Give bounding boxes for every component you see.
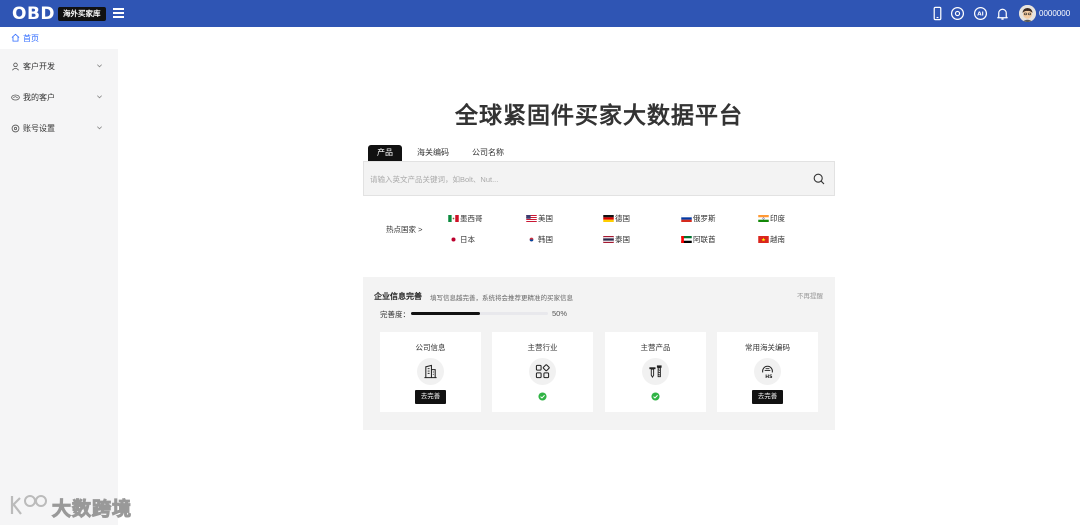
card-hs-codes: 常用海关编码 HS 去完善	[717, 332, 818, 412]
logo-badge: 海外买家库	[58, 7, 106, 21]
svg-text:HS: HS	[765, 374, 773, 379]
country-label: 越南	[770, 235, 785, 244]
tab-product[interactable]: 产品	[368, 145, 402, 161]
watermark-logo	[10, 495, 47, 515]
country-usa[interactable]: 美国	[526, 213, 553, 224]
card-main-industry: 主营行业	[492, 332, 593, 412]
country-thailand[interactable]: 泰国	[603, 234, 630, 245]
building-icon	[424, 364, 437, 379]
card-main-products: 主营产品	[605, 332, 706, 412]
usa-flag	[526, 215, 537, 222]
country-vietnam[interactable]: 越南	[758, 234, 785, 245]
complete-button[interactable]: 去完善	[752, 390, 783, 404]
chevron-down-icon	[97, 95, 102, 99]
settings-icon	[11, 124, 20, 133]
country-label: 阿联酋	[693, 235, 716, 244]
bell-icon[interactable]	[995, 6, 1010, 21]
country-korea[interactable]: 韩国	[526, 234, 553, 245]
chevron-down-icon	[97, 64, 102, 68]
avatar[interactable]	[1019, 5, 1036, 22]
sidebar: 首页 客户开发 我的客户 账号设置	[0, 27, 118, 525]
card-title: 常用海关编码	[745, 343, 790, 352]
country-label: 墨西哥	[460, 214, 483, 223]
country-russia[interactable]: 俄罗斯	[681, 213, 716, 224]
progress-fill	[411, 312, 480, 315]
mobile-icon[interactable]	[930, 6, 945, 21]
country-india[interactable]: 印度	[758, 213, 785, 224]
card-icon-circle	[529, 358, 556, 385]
country-germany[interactable]: 德国	[603, 213, 630, 224]
progress-bar	[411, 312, 548, 315]
sidebar-item-account-settings[interactable]: 账号设置	[0, 117, 118, 139]
grid-icon	[535, 364, 550, 379]
compass-icon[interactable]	[950, 6, 965, 21]
korea-flag	[526, 236, 537, 243]
sidebar-item-label: 客户开发	[23, 62, 55, 71]
sidebar-item-home[interactable]: 首页	[0, 27, 118, 49]
sidebar-item-customer-development[interactable]: 客户开发	[0, 55, 118, 77]
profile-completion-panel: 企业信息完善 填写信息越完善，系统将会推荐更精准的买家信息 不再提醒 完善度： …	[363, 277, 835, 430]
watermark-text: 大数跨境	[51, 498, 133, 521]
search-input[interactable]	[370, 172, 790, 186]
country-japan[interactable]: 日本	[448, 234, 475, 245]
hot-countries-label: 热点国家 >	[386, 225, 423, 234]
vietnam-flag	[758, 236, 769, 243]
card-title: 主营行业	[527, 343, 558, 352]
hs-code-icon: HS	[762, 365, 773, 379]
thailand-flag	[603, 236, 614, 243]
country-label: 俄罗斯	[693, 214, 716, 223]
country-uae[interactable]: 阿联酋	[681, 234, 716, 245]
sidebar-item-label: 首页	[23, 34, 39, 43]
country-mexico[interactable]: 墨西哥	[448, 213, 483, 224]
page-title: 全球紧固件买家大数据平台	[455, 103, 743, 129]
panel-subtitle: 填写信息越完善，系统将会推荐更精准的买家信息	[430, 295, 573, 302]
country-label: 韩国	[538, 235, 553, 244]
card-company-info: 公司信息 去完善	[380, 332, 481, 412]
check-icon	[538, 392, 547, 401]
sidebar-item-my-customers[interactable]: 我的客户	[0, 86, 118, 108]
screw-icon	[649, 365, 662, 379]
card-title: 主营产品	[640, 343, 671, 352]
search-box	[363, 161, 835, 196]
panel-title: 企业信息完善	[374, 292, 422, 301]
search-icon[interactable]	[813, 173, 825, 185]
sidebar-item-label: 账号设置	[23, 124, 55, 133]
country-label: 泰国	[615, 235, 630, 244]
menu-toggle-icon[interactable]	[113, 8, 124, 18]
germany-flag	[603, 215, 614, 222]
chevron-down-icon	[97, 126, 102, 130]
country-label: 德国	[615, 214, 630, 223]
username[interactable]: 0000000	[1039, 9, 1070, 18]
dismiss-link[interactable]: 不再提醒	[797, 290, 823, 300]
logo[interactable]: OBD	[12, 4, 55, 24]
uae-flag	[681, 236, 692, 243]
japan-flag	[448, 236, 459, 243]
top-bar: OBD 海外买家库 AI 0000000	[0, 0, 1080, 27]
country-label: 日本	[460, 235, 475, 244]
country-label: 美国	[538, 214, 553, 223]
card-title: 公司信息	[415, 343, 446, 352]
tab-company-name[interactable]: 公司名称	[467, 145, 509, 161]
svg-text:AI: AI	[977, 12, 983, 18]
progress-text: 50%	[552, 309, 568, 318]
mexico-flag	[448, 215, 459, 222]
sidebar-item-label: 我的客户	[23, 93, 55, 102]
home-icon	[11, 33, 20, 42]
check-icon	[651, 392, 660, 401]
complete-button[interactable]: 去完善	[415, 390, 446, 404]
country-label: 印度	[770, 214, 785, 223]
russia-flag	[681, 215, 692, 222]
ai-icon[interactable]: AI	[973, 6, 988, 21]
india-flag	[758, 215, 769, 222]
user-icon	[12, 62, 19, 71]
tab-hs-code[interactable]: 海关编码	[412, 145, 454, 161]
handshake-icon	[11, 94, 20, 101]
card-icon-circle	[642, 358, 669, 385]
progress-label: 完善度：	[380, 310, 410, 319]
card-icon-circle: HS	[754, 358, 781, 385]
card-icon-circle	[417, 358, 444, 385]
